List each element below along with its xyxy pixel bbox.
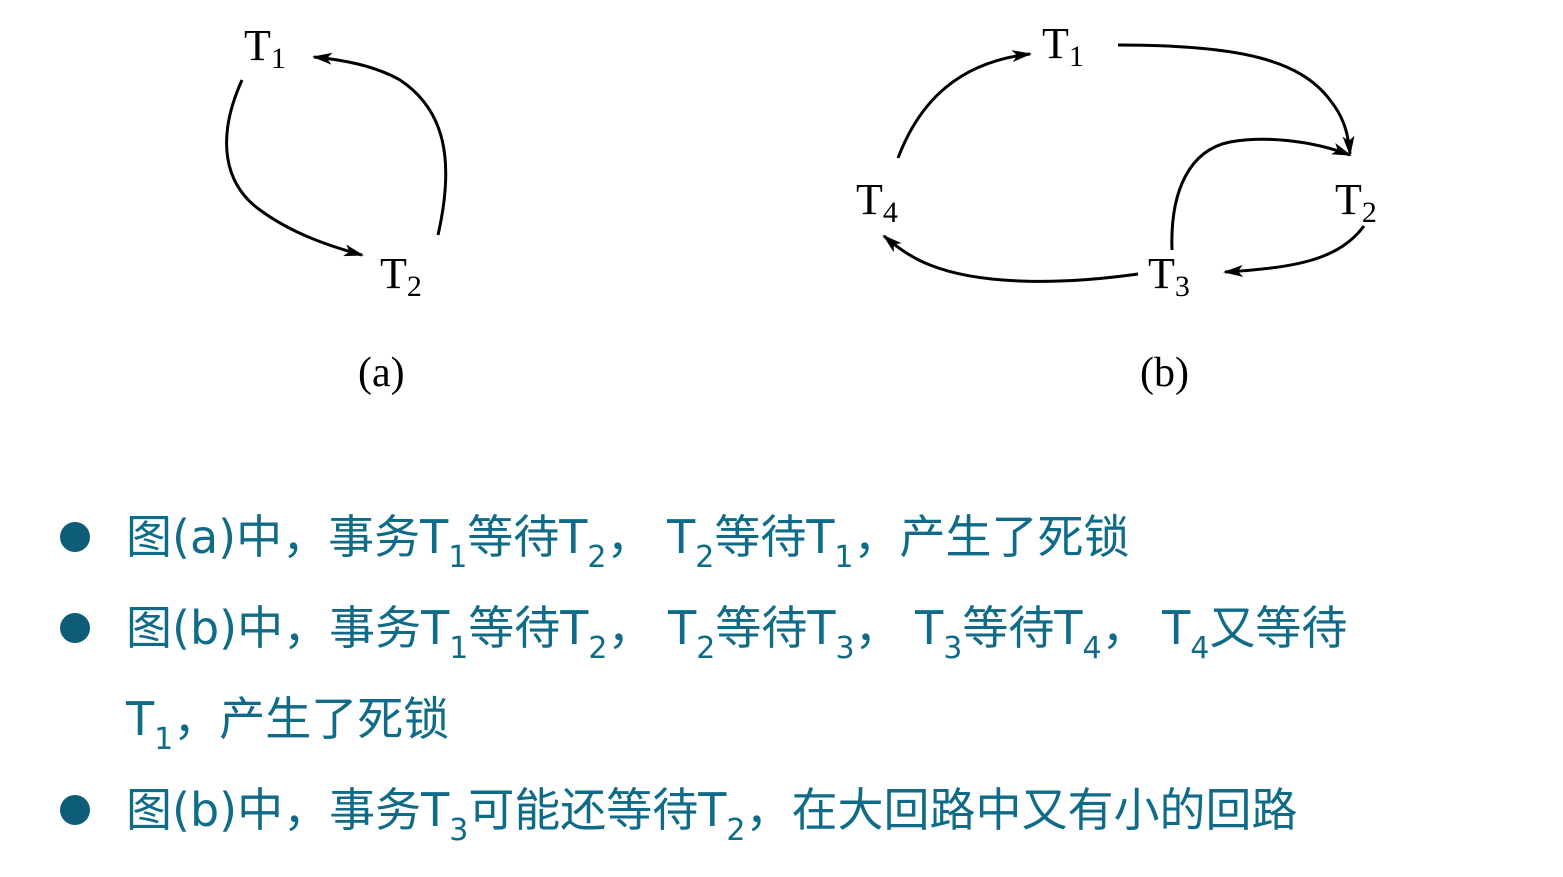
text-run: T: [126, 692, 155, 746]
text-run: 等待T: [468, 601, 589, 655]
subscript: 2: [695, 540, 715, 575]
subscript: 1: [834, 540, 854, 575]
bullet-item: 图(b)中，事务T1等待T2， T2等待T3， T3等待T4， T4又等待 T1，…: [60, 586, 1540, 768]
text-run: ， T: [1101, 601, 1191, 655]
text-run: 等待T: [715, 601, 836, 655]
text-run: ， T: [607, 601, 697, 655]
caption-a: (a): [358, 350, 405, 396]
edge-b-T1-to-T2: [1117, 43, 1355, 156]
bullet-dot-icon: [60, 522, 90, 552]
subscript: 3: [943, 631, 963, 666]
node-a-T1: T1: [244, 21, 286, 75]
bullet-item: 图(b)中，事务T3可能还等待T2，在大回路中又有小的回路: [60, 768, 1540, 859]
text-run: 又等待: [1209, 601, 1348, 655]
bullet-dot-icon: [60, 613, 90, 643]
subscript: 2: [726, 813, 746, 848]
edge-b-T4-to-T1: [896, 50, 1032, 159]
text-run: 等待T: [714, 510, 835, 564]
edge-b-T3-to-T4: [882, 234, 1139, 283]
explanation-bullet-list: 图(a)中，事务T1等待T2， T2等待T1，产生了死锁 图(b)中，事务T1等…: [60, 495, 1540, 859]
text-run: ，产生了死锁: [853, 510, 1130, 564]
subscript: 4: [1190, 631, 1210, 666]
node-b-T3: T3: [1148, 249, 1190, 303]
subscript: 3: [449, 813, 469, 848]
text-run: ，在大回路中又有小的回路: [745, 783, 1298, 837]
bullet-text: 图(a)中，事务T1等待T2， T2等待T1，产生了死锁: [126, 510, 1130, 575]
text-run: ，产生了死锁: [173, 692, 450, 746]
node-b-T4: T4: [856, 175, 898, 229]
subscript: 2: [587, 540, 607, 575]
text-run: 图(b)中，事务T: [126, 783, 450, 837]
text-run: 图(b)中，事务T: [126, 601, 450, 655]
edge-a-T1-to-T2: [225, 79, 364, 257]
node-b-T2: T2: [1335, 175, 1377, 229]
text-run: 等待T: [467, 510, 588, 564]
text-run: 可能还等待T: [468, 783, 727, 837]
subscript: 2: [696, 631, 716, 666]
text-run: ， T: [854, 601, 944, 655]
edge-a-T2-to-T1: [312, 52, 448, 236]
text-run: 图(a)中，事务T: [126, 510, 449, 564]
edge-b-T2-to-T3: [1223, 225, 1366, 278]
node-a-T2: T2: [380, 249, 422, 303]
caption-b: (b): [1140, 350, 1189, 396]
wait-for-graph-diagram: T1 T2 T1 T2 T3 T4 (a) (b): [225, 19, 1377, 396]
text-run: 等待T: [962, 601, 1083, 655]
edge-b-T3-to-T2: [1170, 137, 1352, 251]
subscript: 3: [835, 631, 855, 666]
subscript: 1: [448, 540, 468, 575]
bullet-item: 图(a)中，事务T1等待T2， T2等待T1，产生了死锁: [60, 495, 1540, 586]
subscript: 1: [449, 631, 469, 666]
bullet-dot-icon: [60, 795, 90, 825]
subscript: 1: [154, 722, 174, 757]
subscript: 4: [1082, 631, 1102, 666]
node-b-T1: T1: [1042, 19, 1084, 73]
bullet-text: 图(b)中，事务T3可能还等待T2，在大回路中又有小的回路: [126, 783, 1298, 848]
text-run: ， T: [606, 510, 696, 564]
subscript: 2: [588, 631, 608, 666]
bullet-text: 图(b)中，事务T1等待T2， T2等待T3， T3等待T4， T4又等待 T1，…: [126, 601, 1348, 757]
